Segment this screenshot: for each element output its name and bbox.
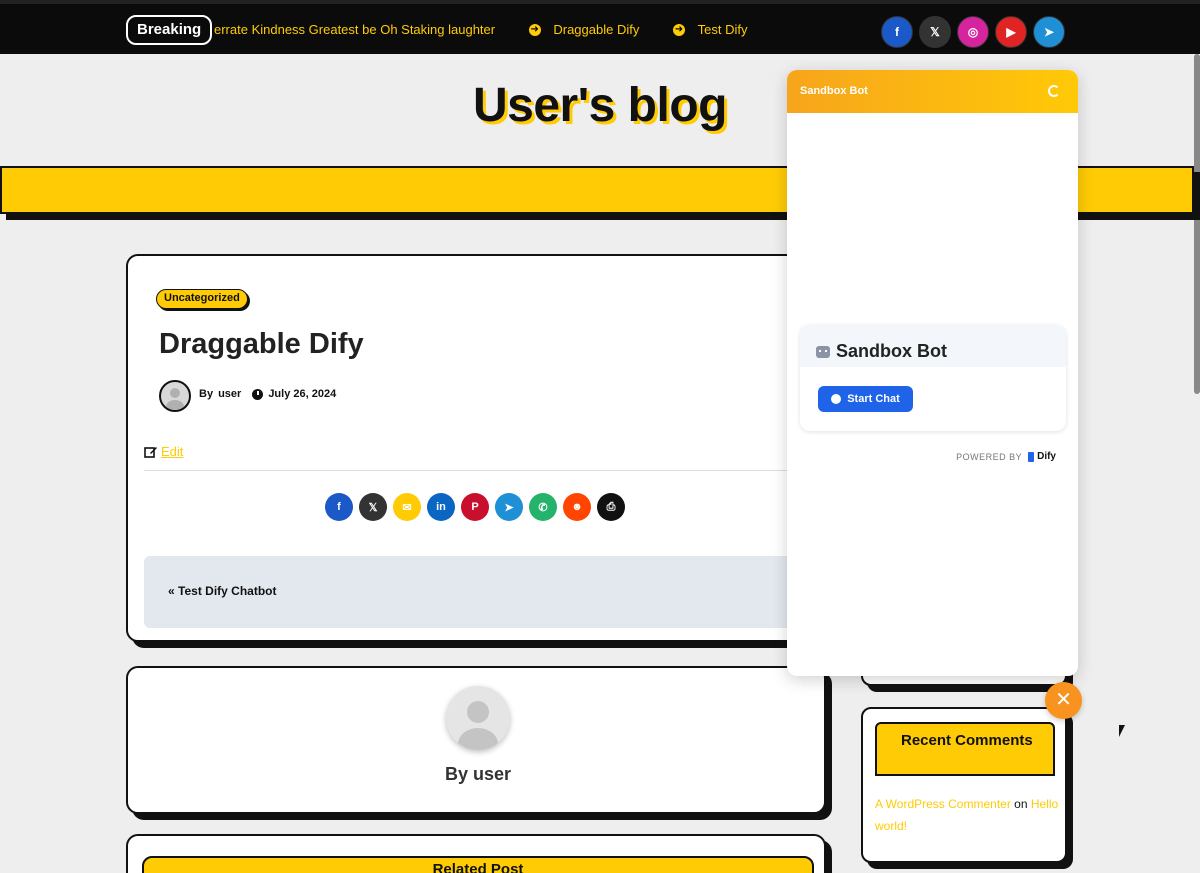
ticker-item[interactable]: Test Dify Chatbc xyxy=(698,15,748,45)
share-buttons: f 𝕏 ✉ in P ➤ ✆ ☻ ⎙ xyxy=(325,493,625,521)
dify-brand: Dify xyxy=(1037,451,1056,462)
chat-bubble-icon xyxy=(831,394,842,404)
by-label: By xyxy=(199,388,214,400)
bot-welcome-header: Sandbox Bot xyxy=(800,325,1066,367)
chatbot-header: Sandbox Bot xyxy=(787,70,1078,113)
powered-by-label: POWERED BY xyxy=(956,451,1023,462)
user-silhouette-icon xyxy=(166,388,184,410)
mouse-cursor xyxy=(1119,725,1125,737)
post-meta: By user July 26, 2024 xyxy=(199,388,336,400)
previous-post-link[interactable]: « Test Dify Chatbot xyxy=(168,584,276,598)
user-silhouette-icon xyxy=(458,701,498,750)
category-badge[interactable]: Uncategorized xyxy=(156,289,248,309)
social-links: f 𝕏 ◎ ▶ ➤ xyxy=(881,16,1065,48)
ticker-item[interactable]: errate Kindness Greatest be Oh Staking l… xyxy=(214,15,495,45)
share-print-icon[interactable]: ⎙ xyxy=(597,493,625,521)
author-box: By user xyxy=(126,666,826,814)
robot-icon xyxy=(816,345,830,358)
recent-comments-widget: Recent Comments A WordPress Commenter on… xyxy=(861,707,1067,863)
x-icon[interactable]: 𝕏 xyxy=(919,16,951,48)
edit-link[interactable]: Edit xyxy=(161,444,183,459)
breaking-label: Breaking xyxy=(126,15,213,45)
dify-logo[interactable]: Dify xyxy=(1028,451,1056,462)
divider xyxy=(144,470,804,471)
edit-icon xyxy=(144,446,157,458)
author-link[interactable]: user xyxy=(218,388,241,400)
chatbot-header-title: Sandbox Bot xyxy=(800,85,868,97)
share-telegram-icon[interactable]: ➤ xyxy=(495,493,523,521)
close-chat-button[interactable]: ✕ xyxy=(1045,682,1082,719)
double-chevron-left-icon: « xyxy=(168,584,175,598)
comment-author-link[interactable]: A WordPress Commenter xyxy=(875,797,1011,811)
youtube-icon[interactable]: ▶ xyxy=(995,16,1027,48)
author-avatar[interactable] xyxy=(159,380,191,412)
start-chat-button[interactable]: Start Chat xyxy=(818,386,913,412)
start-chat-label: Start Chat xyxy=(847,393,900,405)
bot-name: Sandbox Bot xyxy=(836,341,947,361)
share-email-icon[interactable]: ✉ xyxy=(393,493,421,521)
related-posts: Related Post xyxy=(126,834,826,873)
post-title: Draggable Dify xyxy=(159,328,364,360)
author-name[interactable]: By user xyxy=(128,764,828,785)
related-post-title: Related Post xyxy=(142,856,814,873)
author-avatar-large[interactable] xyxy=(446,686,510,750)
refresh-icon[interactable] xyxy=(1048,85,1060,97)
instagram-icon[interactable]: ◎ xyxy=(957,16,989,48)
share-linkedin-icon[interactable]: in xyxy=(427,493,455,521)
share-pinterest-icon[interactable]: P xyxy=(461,493,489,521)
previous-post-title: Test Dify Chatbot xyxy=(178,584,277,598)
post-date[interactable]: July 26, 2024 xyxy=(268,388,336,400)
share-x-icon[interactable]: 𝕏 xyxy=(359,493,387,521)
news-ticker: errate Kindness Greatest be Oh Staking l… xyxy=(214,15,748,45)
comment-item: A WordPress Commenter on Hello world! xyxy=(875,793,1061,837)
edit-row: Edit xyxy=(144,444,183,459)
dify-mark-icon xyxy=(1028,451,1035,462)
top-bar: Breaking errate Kindness Greatest be Oh … xyxy=(0,0,1200,54)
ticker-item[interactable]: Draggable Dify xyxy=(553,15,639,45)
arrow-right-icon: ➜ xyxy=(672,24,685,36)
post-navigation: « Test Dify Chatbot xyxy=(144,556,804,628)
bot-welcome-card: Sandbox Bot Start Chat xyxy=(800,325,1066,431)
post-card: Uncategorized Draggable Dify By user Jul… xyxy=(126,254,826,642)
share-facebook-icon[interactable]: f xyxy=(325,493,353,521)
arrow-right-icon: ➜ xyxy=(528,24,541,36)
comment-on-label: on xyxy=(1014,797,1028,811)
facebook-icon[interactable]: f xyxy=(881,16,913,48)
telegram-icon[interactable]: ➤ xyxy=(1033,16,1065,48)
powered-by: POWERED BY Dify xyxy=(956,451,1056,462)
chatbot-panel: Sandbox Bot Sandbox Bot Start Chat POWER… xyxy=(787,70,1078,676)
share-whatsapp-icon[interactable]: ✆ xyxy=(529,493,557,521)
clock-icon xyxy=(252,388,264,400)
recent-comments-title: Recent Comments xyxy=(875,722,1055,776)
share-reddit-icon[interactable]: ☻ xyxy=(563,493,591,521)
